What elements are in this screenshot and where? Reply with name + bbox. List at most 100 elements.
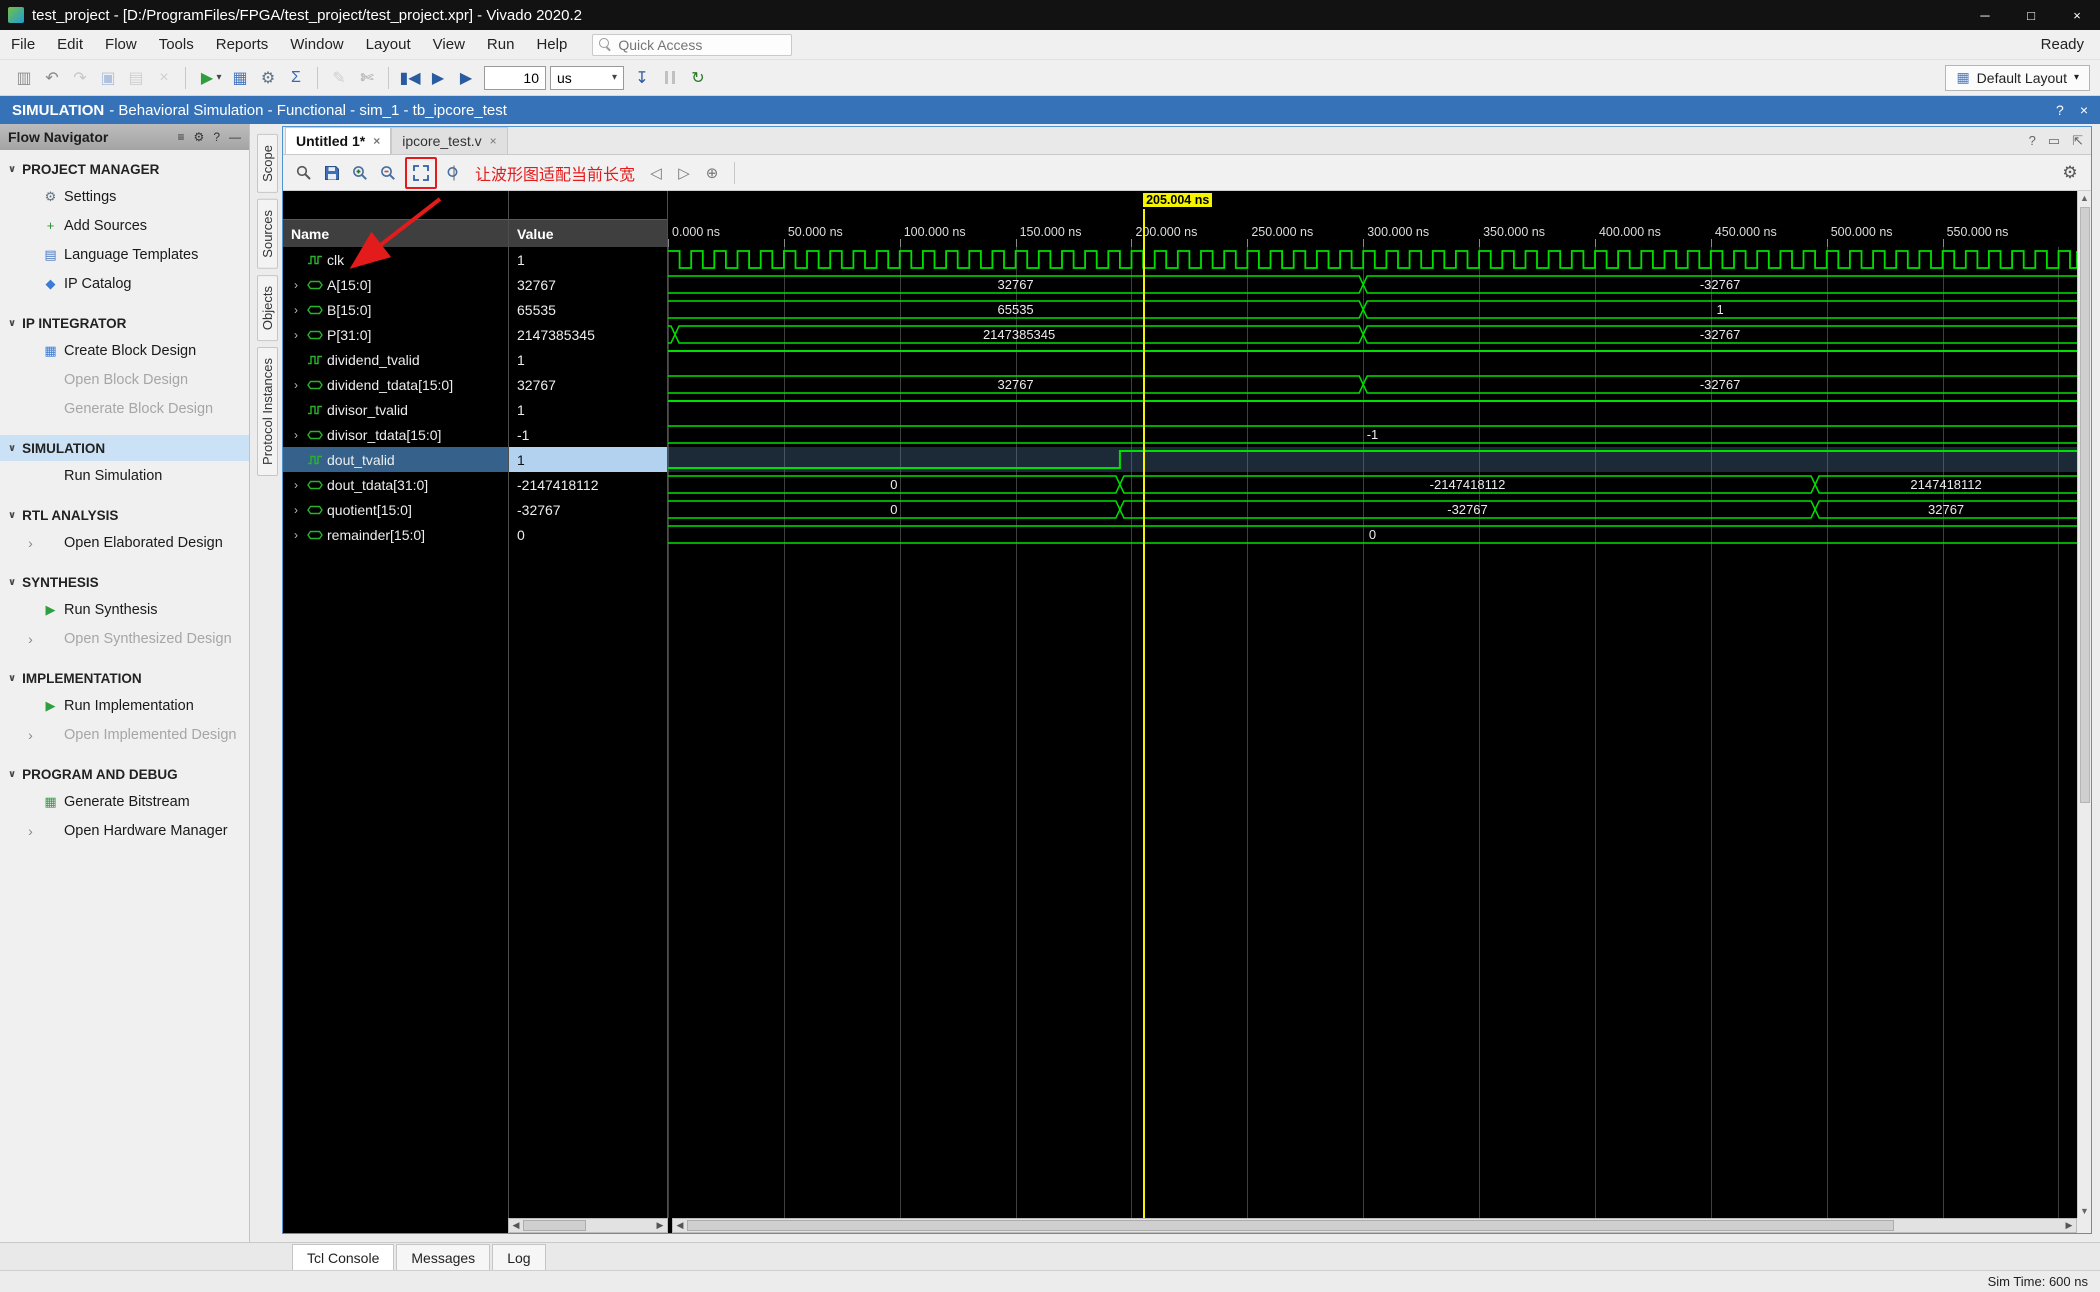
signal-name-quotient-15-0[interactable]: › quotient[15:0]	[283, 497, 508, 522]
scroll-down-icon[interactable]: ▼	[2080, 1204, 2089, 1218]
copy-icon[interactable]: ▥	[12, 66, 36, 90]
names-hscroll-thumb[interactable]	[523, 1220, 587, 1231]
expand-arrow-icon[interactable]: ›	[289, 503, 303, 517]
signal-name-clk[interactable]: clk	[283, 247, 508, 272]
signal-value-clk[interactable]: 1	[509, 247, 667, 272]
wave-settings-gear-icon[interactable]: ⚙	[2057, 160, 2083, 186]
redo-icon[interactable]: ↷	[68, 66, 92, 90]
zoom-in-icon[interactable]	[347, 160, 373, 186]
minimize-panel-icon[interactable]: —	[229, 130, 241, 144]
bottom-tab-tcl-console[interactable]: Tcl Console	[292, 1244, 395, 1270]
signal-name-dout-tvalid[interactable]: dout_tvalid	[283, 447, 508, 472]
help-icon[interactable]: ?	[213, 130, 220, 144]
zoom-out-icon[interactable]	[375, 160, 401, 186]
vertical-scrollbar[interactable]: ▲ ▼	[2077, 191, 2091, 1218]
delete-icon[interactable]: ×	[152, 66, 176, 90]
settings-icon[interactable]: ⚙	[256, 66, 280, 90]
column-header-value[interactable]: Value	[509, 219, 667, 247]
float-window-icon[interactable]: ▭	[2048, 133, 2060, 149]
wave-hscroll-thumb[interactable]	[687, 1220, 1894, 1231]
wave-plot[interactable]: 205.004 ns 0.000 ns 50.000 ns 100.000 ns 15…	[661, 191, 2084, 1218]
nav-section-program-and-debug[interactable]: ∨ PROGRAM AND DEBUG	[0, 761, 249, 787]
nav-section-implementation[interactable]: ∨ IMPLEMENTATION	[0, 665, 249, 691]
run-time-input[interactable]	[484, 65, 546, 90]
signal-value-remainder-15-0[interactable]: 0	[509, 522, 667, 547]
menu-tools[interactable]: Tools	[148, 30, 205, 59]
expand-arrow-icon[interactable]: ›	[289, 528, 303, 542]
signal-value-divisor-tdata-15-0[interactable]: -1	[509, 422, 667, 447]
undo-icon[interactable]: ↶	[40, 66, 64, 90]
expand-arrow-icon[interactable]: ›	[289, 278, 303, 292]
menu-reports[interactable]: Reports	[205, 30, 280, 59]
banner-help-icon[interactable]: ?	[2056, 102, 2064, 118]
menu-window[interactable]: Window	[279, 30, 354, 59]
probe-icon[interactable]: ✄	[355, 66, 379, 90]
close-button[interactable]: ×	[2054, 0, 2100, 30]
nav-item-ip-catalog[interactable]: ◆ IP Catalog	[0, 269, 249, 298]
wave-p-31-0[interactable]: 2147385345 -32767	[661, 322, 2084, 347]
signal-name-divisor-tdata-15-0[interactable]: › divisor_tdata[15:0]	[283, 422, 508, 447]
signal-value-b-15-0[interactable]: 65535	[509, 297, 667, 322]
close-tab-icon[interactable]: ×	[490, 134, 497, 148]
bottom-tab-log[interactable]: Log	[492, 1244, 546, 1270]
expand-arrow-icon[interactable]: ›	[289, 303, 303, 317]
wave-clk[interactable]	[668, 247, 2078, 272]
signal-name-p-31-0[interactable]: › P[31:0]	[283, 322, 508, 347]
scroll-left-icon[interactable]: ◀	[673, 1220, 687, 1231]
scroll-up-icon[interactable]: ▲	[2080, 191, 2089, 205]
nav-item-run-simulation[interactable]: Run Simulation	[0, 461, 249, 490]
quick-access-box[interactable]	[592, 33, 793, 56]
menu-run[interactable]: Run	[476, 30, 526, 59]
expand-arrow-icon[interactable]: ›	[289, 478, 303, 492]
scroll-left-icon[interactable]: ◀	[509, 1220, 523, 1231]
wave-dout-tvalid[interactable]	[668, 447, 2077, 472]
collapse-icon[interactable]: ≡	[178, 130, 185, 144]
nav-item-run-synthesis[interactable]: ▶ Run Synthesis	[0, 595, 249, 624]
signal-name-b-15-0[interactable]: › B[15:0]	[283, 297, 508, 322]
nav-item-language-templates[interactable]: ▤ Language Templates	[0, 240, 249, 269]
relaunch-icon[interactable]: ↻	[686, 66, 710, 90]
nav-section-rtl-analysis[interactable]: ∨ RTL ANALYSIS	[0, 502, 249, 528]
signal-name-dout-tdata-31-0[interactable]: › dout_tdata[31:0]	[283, 472, 508, 497]
menu-flow[interactable]: Flow	[94, 30, 148, 59]
expand-arrow-icon[interactable]: ›	[24, 727, 37, 743]
signal-name-dividend-tvalid[interactable]: dividend_tvalid	[283, 347, 508, 372]
wave-remainder-15-0[interactable]: 0	[661, 522, 2084, 547]
column-header-name[interactable]: Name	[283, 219, 508, 247]
quick-access-input[interactable]	[618, 36, 769, 53]
nav-item-open-block-design[interactable]: Open Block Design	[0, 365, 249, 394]
nav-section-ip-integrator[interactable]: ∨ IP INTEGRATOR	[0, 310, 249, 336]
restart-icon[interactable]: ▮◀	[398, 66, 422, 90]
save-icon[interactable]	[319, 160, 345, 186]
step-icon[interactable]: ↧	[630, 66, 654, 90]
duplicate-icon[interactable]: ▣	[96, 66, 120, 90]
wave-divisor-tvalid[interactable]	[668, 397, 2077, 422]
paste-icon[interactable]: ▤	[124, 66, 148, 90]
signal-name-divisor-tvalid[interactable]: divisor_tvalid	[283, 397, 508, 422]
bottom-tab-messages[interactable]: Messages	[396, 1244, 491, 1270]
maximize-panel-icon[interactable]: ⇱	[2072, 133, 2083, 149]
add-marker-icon[interactable]: ⊕	[699, 160, 725, 186]
wave-a-15-0[interactable]: 32767 -32767	[661, 272, 2084, 297]
vscroll-thumb[interactable]	[2079, 207, 2090, 803]
wave-hscrollbar[interactable]: ◀ ▶	[672, 1218, 2077, 1233]
gear-icon[interactable]: ⚙	[194, 130, 205, 144]
wave-dout-tdata-31-0[interactable]: 0 -2147418112 2147418112	[661, 472, 2084, 497]
next-transition-icon[interactable]: ▷	[671, 160, 697, 186]
scroll-right-icon[interactable]: ▶	[2062, 1220, 2076, 1231]
edit-icon[interactable]: ✎	[327, 66, 351, 90]
scroll-right-icon[interactable]: ▶	[653, 1220, 667, 1231]
previous-transition-icon[interactable]: ◁	[643, 160, 669, 186]
side-tab-objects[interactable]: Objects	[256, 274, 278, 341]
zoom-to-cursor-icon[interactable]	[441, 160, 467, 186]
nav-item-add-sources[interactable]: + Add Sources	[0, 211, 249, 240]
wave-quotient-15-0[interactable]: 0 -32767 32767	[661, 497, 2084, 522]
nav-item-open-hardware-manager[interactable]: › Open Hardware Manager	[0, 816, 249, 845]
tab-ipcore-test-v[interactable]: ipcore_test.v ×	[391, 127, 508, 154]
expand-arrow-icon[interactable]: ›	[289, 378, 303, 392]
signal-value-dividend-tvalid[interactable]: 1	[509, 347, 667, 372]
side-tab-protocol-instances[interactable]: Protocol Instances	[256, 346, 278, 476]
cursor-line[interactable]	[1143, 209, 1146, 1218]
menu-file[interactable]: File	[0, 30, 46, 59]
nav-item-generate-bitstream[interactable]: ▦ Generate Bitstream	[0, 787, 249, 816]
